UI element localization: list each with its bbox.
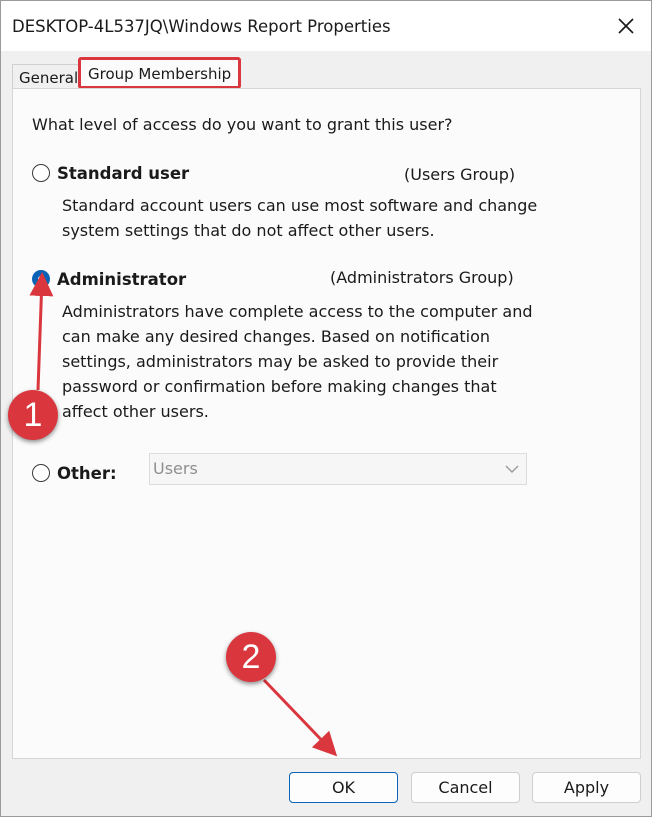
standard-desc-line: Standard account users can use most soft… xyxy=(62,196,538,215)
step-2-badge: 2 xyxy=(226,632,276,682)
administrators-group-label: (Administrators Group) xyxy=(330,268,514,287)
administrator-description: Administrators have complete access to t… xyxy=(62,299,533,424)
cancel-button[interactable]: Cancel xyxy=(411,772,520,803)
properties-dialog: DESKTOP-4L537JQ\Windows Report Propertie… xyxy=(0,0,652,817)
standard-desc-line: system settings that do not affect other… xyxy=(62,221,435,240)
tab-strip: General Group Membership xyxy=(1,51,651,91)
access-question: What level of access do you want to gran… xyxy=(32,115,453,134)
window-title: DESKTOP-4L537JQ\Windows Report Propertie… xyxy=(12,17,391,36)
admin-desc-line: can make any desired changes. Based on n… xyxy=(62,327,491,346)
title-bar: DESKTOP-4L537JQ\Windows Report Propertie… xyxy=(1,1,651,51)
administrator-label[interactable]: Administrator xyxy=(57,270,186,289)
close-icon xyxy=(618,18,634,34)
admin-desc-line: Administrators have complete access to t… xyxy=(62,302,533,321)
standard-user-description: Standard account users can use most soft… xyxy=(62,193,537,243)
step-1-badge: 1 xyxy=(8,390,58,440)
tab-general[interactable]: General xyxy=(12,64,85,91)
users-group-label: (Users Group) xyxy=(404,165,516,184)
other-label[interactable]: Other: xyxy=(57,464,117,483)
other-group-select[interactable]: Users xyxy=(149,453,527,485)
admin-desc-line: affect other users. xyxy=(62,402,209,421)
admin-desc-line: password or confirmation before making c… xyxy=(62,377,497,396)
admin-desc-line: settings, administrators may be asked to… xyxy=(62,352,499,371)
group-membership-panel: What level of access do you want to gran… xyxy=(12,88,641,759)
tab-group-membership[interactable]: Group Membership xyxy=(78,57,242,89)
apply-button[interactable]: Apply xyxy=(532,772,641,803)
standard-user-label[interactable]: Standard user xyxy=(57,164,189,183)
close-button[interactable] xyxy=(601,1,651,51)
ok-button[interactable]: OK xyxy=(289,772,398,803)
other-radio[interactable] xyxy=(32,464,50,482)
chevron-down-icon xyxy=(505,465,519,473)
standard-user-radio[interactable] xyxy=(32,164,50,182)
administrator-radio[interactable] xyxy=(32,270,50,288)
select-value: Users xyxy=(153,459,198,478)
